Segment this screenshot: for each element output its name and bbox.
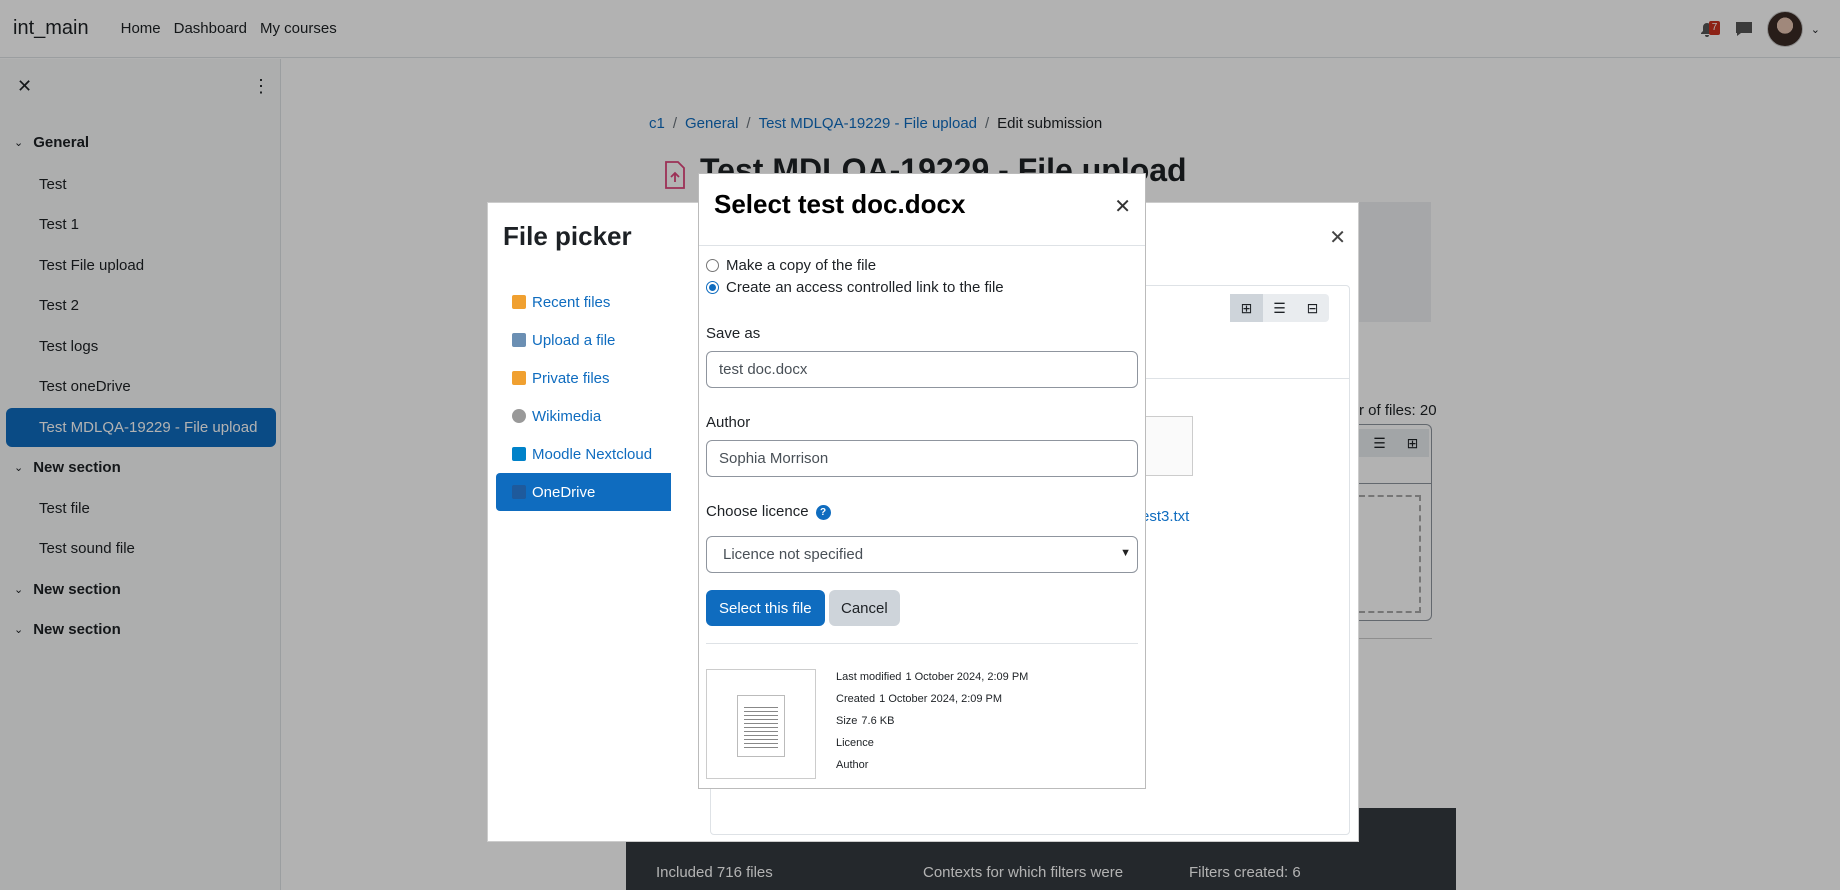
save-as-label: Save as — [706, 325, 761, 342]
licence-select[interactable]: Licence not specified ▼ — [706, 536, 1138, 573]
cancel-button[interactable]: Cancel — [829, 590, 900, 626]
repo-onedrive[interactable]: OneDrive — [496, 473, 671, 511]
radio-access-link[interactable]: Create an access controlled link to the … — [706, 279, 1004, 296]
repo-wikimedia[interactable]: Wikimedia — [496, 397, 671, 435]
view-toggle: ⊞ ☰ ⊟ — [1230, 294, 1329, 322]
repo-private-files[interactable]: Private files — [496, 359, 671, 397]
close-icon[interactable]: ✕ — [1329, 225, 1346, 250]
meta-created: Created 1 October 2024, 2:09 PM — [836, 693, 1003, 705]
licence-label: Choose licence? — [706, 503, 831, 520]
select-file-dialog: Select test doc.docx ✕ Make a copy of th… — [698, 173, 1146, 789]
file-thumbnail[interactable] — [1143, 416, 1193, 476]
select-this-file-button[interactable]: Select this file — [706, 590, 825, 626]
chevron-down-icon: ▼ — [1120, 547, 1131, 559]
repo-upload-file[interactable]: Upload a file — [496, 321, 671, 359]
meta-size: Size 7.6 KB — [836, 715, 895, 727]
file-name-link[interactable]: est3.txt — [1141, 508, 1189, 525]
author-label: Author — [706, 414, 751, 431]
nextcloud-icon — [512, 447, 526, 461]
repo-nextcloud[interactable]: Moodle Nextcloud — [496, 435, 671, 473]
repository-list: Recent files Upload a file Private files… — [496, 283, 671, 511]
upload-icon — [512, 333, 526, 347]
tree-view-icon[interactable]: ⊟ — [1296, 294, 1329, 322]
wikimedia-icon — [512, 409, 526, 423]
file-picker-title: File picker — [503, 221, 632, 251]
close-icon[interactable]: ✕ — [1114, 194, 1131, 219]
document-icon — [737, 695, 785, 757]
list-view-icon[interactable]: ☰ — [1263, 294, 1296, 322]
repo-recent-files[interactable]: Recent files — [496, 283, 671, 321]
radio-make-copy[interactable]: Make a copy of the file — [706, 257, 876, 274]
dialog-title: Select test doc.docx — [714, 189, 966, 219]
radio-button-checked[interactable] — [706, 281, 719, 294]
radio-button[interactable] — [706, 259, 719, 272]
meta-licence: Licence — [836, 737, 874, 749]
help-icon[interactable]: ? — [815, 504, 831, 520]
private-files-icon — [512, 371, 526, 385]
recent-files-icon — [512, 295, 526, 309]
file-preview — [706, 669, 816, 779]
grid-view-icon[interactable]: ⊞ — [1230, 294, 1263, 322]
save-as-input[interactable]: test doc.docx — [706, 351, 1138, 388]
meta-last-modified: Last modified 1 October 2024, 2:09 PM — [836, 671, 1029, 683]
cloud-icon — [512, 485, 526, 499]
author-input[interactable]: Sophia Morrison — [706, 440, 1138, 477]
meta-author: Author — [836, 759, 869, 771]
